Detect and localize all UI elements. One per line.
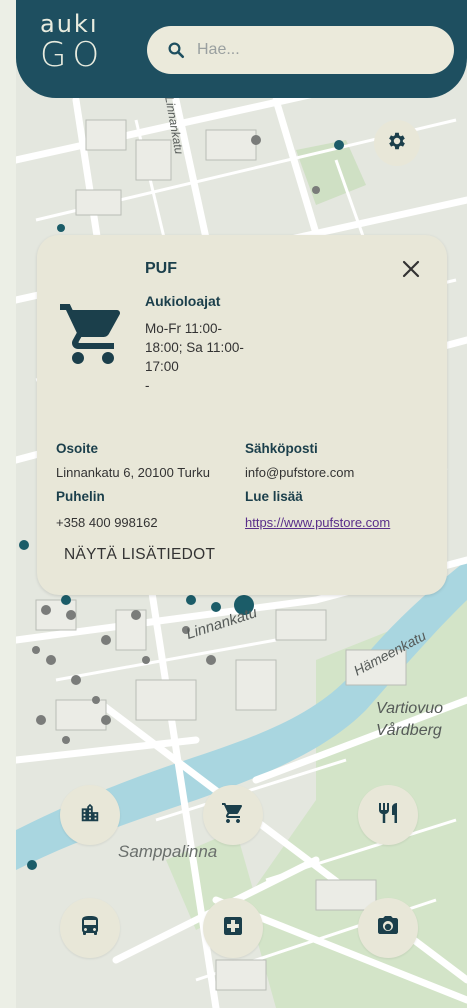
settings-button[interactable] bbox=[374, 120, 420, 166]
phone-value[interactable]: +358 400 998162 bbox=[56, 515, 158, 530]
cart-icon bbox=[221, 801, 245, 830]
close-icon bbox=[402, 260, 420, 283]
search-bar[interactable] bbox=[147, 26, 454, 74]
hours-text: Mo-Fr 11:00-18:00; Sa 11:00-17:00 bbox=[145, 321, 244, 374]
read-more-label: Lue lisää bbox=[245, 489, 303, 504]
gear-icon bbox=[386, 130, 408, 157]
category-buildings-button[interactable] bbox=[60, 785, 120, 845]
category-transport-button[interactable] bbox=[60, 898, 120, 958]
place-info-card: PUF Aukioloajat Mo-Fr 11:00-18:00; Sa 11… bbox=[37, 235, 447, 595]
category-shopping-button[interactable] bbox=[203, 785, 263, 845]
building-icon bbox=[79, 802, 101, 829]
logo-text-bottom: GO bbox=[40, 35, 106, 75]
camera-icon bbox=[376, 914, 400, 943]
map-label-vartiovuori: Vartiovuo bbox=[376, 700, 443, 717]
address-label: Osoite bbox=[56, 441, 99, 456]
left-edge bbox=[0, 0, 16, 1008]
email-value[interactable]: info@pufstore.com bbox=[245, 465, 354, 480]
hospital-icon bbox=[221, 914, 245, 943]
app-logo[interactable]: aukı GO bbox=[40, 12, 105, 74]
hours-label: Aukioloajat bbox=[145, 293, 221, 309]
bus-icon bbox=[78, 914, 102, 943]
app-root: Linnankatu Hämeenkatu Vartiovuo Vårdberg… bbox=[0, 0, 467, 1008]
app-header: aukı GO bbox=[16, 0, 467, 98]
hours-value: Mo-Fr 11:00-18:00; Sa 11:00-17:00 - bbox=[145, 319, 245, 395]
map-label-vardberg: Vårdberg bbox=[376, 722, 442, 739]
category-restaurants-button[interactable] bbox=[358, 785, 418, 845]
category-sights-button[interactable] bbox=[358, 898, 418, 958]
phone-label: Puhelin bbox=[56, 489, 105, 504]
close-button[interactable] bbox=[399, 259, 423, 283]
restaurant-icon bbox=[376, 801, 400, 830]
map-label-samppalinna: Samppalinna bbox=[118, 842, 218, 861]
email-label: Sähköposti bbox=[245, 441, 318, 456]
hours-dash: - bbox=[145, 378, 150, 393]
show-more-button[interactable]: NÄYTÄ LISÄTIEDOT bbox=[64, 546, 215, 564]
website-link[interactable]: https://www.pufstore.com bbox=[245, 515, 390, 530]
cart-icon bbox=[57, 298, 129, 375]
search-icon bbox=[167, 41, 185, 59]
category-health-button[interactable] bbox=[203, 898, 263, 958]
address-value: Linnankatu 6, 20100 Turku bbox=[56, 465, 210, 480]
search-input[interactable] bbox=[197, 41, 417, 59]
place-name: PUF bbox=[145, 260, 177, 277]
logo-text-top: aukı bbox=[40, 10, 99, 38]
